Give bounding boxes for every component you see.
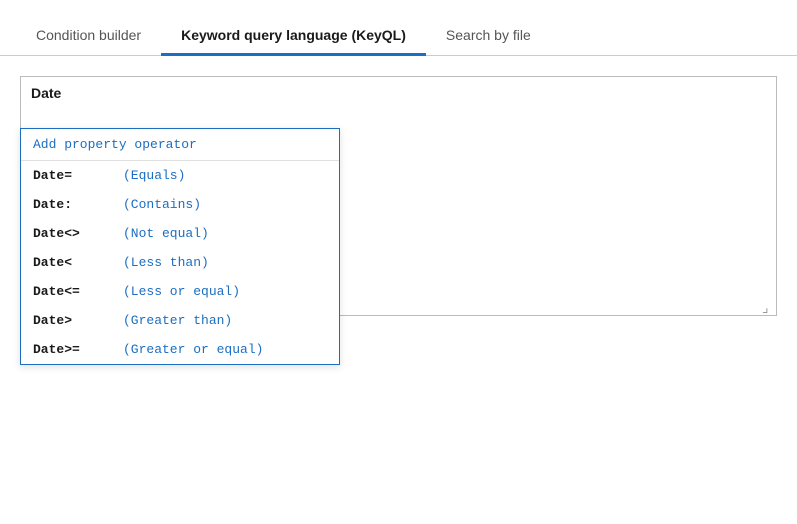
dropdown-item-key-1: Date: (33, 197, 123, 212)
dropdown-item-desc-1: (Contains) (123, 197, 201, 212)
dropdown-item-1[interactable]: Date: (Contains) (21, 190, 339, 219)
autocomplete-dropdown: Add property operator Date= (Equals) Dat… (20, 128, 340, 365)
dropdown-item-5[interactable]: Date> (Greater than) (21, 306, 339, 335)
dropdown-item-6[interactable]: Date>= (Greater or equal) (21, 335, 339, 364)
dropdown-item-desc-5: (Greater than) (123, 313, 232, 328)
dropdown-item-desc-0: (Equals) (123, 168, 185, 183)
dropdown-item-3[interactable]: Date< (Less than) (21, 248, 339, 277)
tab-keyql[interactable]: Keyword query language (KeyQL) (161, 15, 426, 55)
dropdown-item-key-6: Date>= (33, 342, 123, 357)
dropdown-item-key-3: Date< (33, 255, 123, 270)
dropdown-item-key-4: Date<= (33, 284, 123, 299)
main-content: Date ⌟ Add property operator Date= (Equa… (0, 56, 797, 524)
resize-handle[interactable]: ⌟ (762, 301, 774, 313)
dropdown-item-key-2: Date<> (33, 226, 123, 241)
dropdown-header[interactable]: Add property operator (21, 129, 339, 161)
tab-condition-builder[interactable]: Condition builder (16, 15, 161, 55)
app-container: Condition builder Keyword query language… (0, 0, 797, 524)
dropdown-item-0[interactable]: Date= (Equals) (21, 161, 339, 190)
dropdown-item-key-5: Date> (33, 313, 123, 328)
dropdown-item-key-0: Date= (33, 168, 123, 183)
dropdown-item-desc-4: (Less or equal) (123, 284, 240, 299)
dropdown-item-desc-6: (Greater or equal) (123, 342, 263, 357)
tabs-bar: Condition builder Keyword query language… (0, 0, 797, 56)
dropdown-item-2[interactable]: Date<> (Not equal) (21, 219, 339, 248)
dropdown-item-desc-2: (Not equal) (123, 226, 209, 241)
dropdown-item-desc-3: (Less than) (123, 255, 209, 270)
query-label: Date (31, 85, 61, 101)
dropdown-item-4[interactable]: Date<= (Less or equal) (21, 277, 339, 306)
tab-search-by-file[interactable]: Search by file (426, 15, 551, 55)
